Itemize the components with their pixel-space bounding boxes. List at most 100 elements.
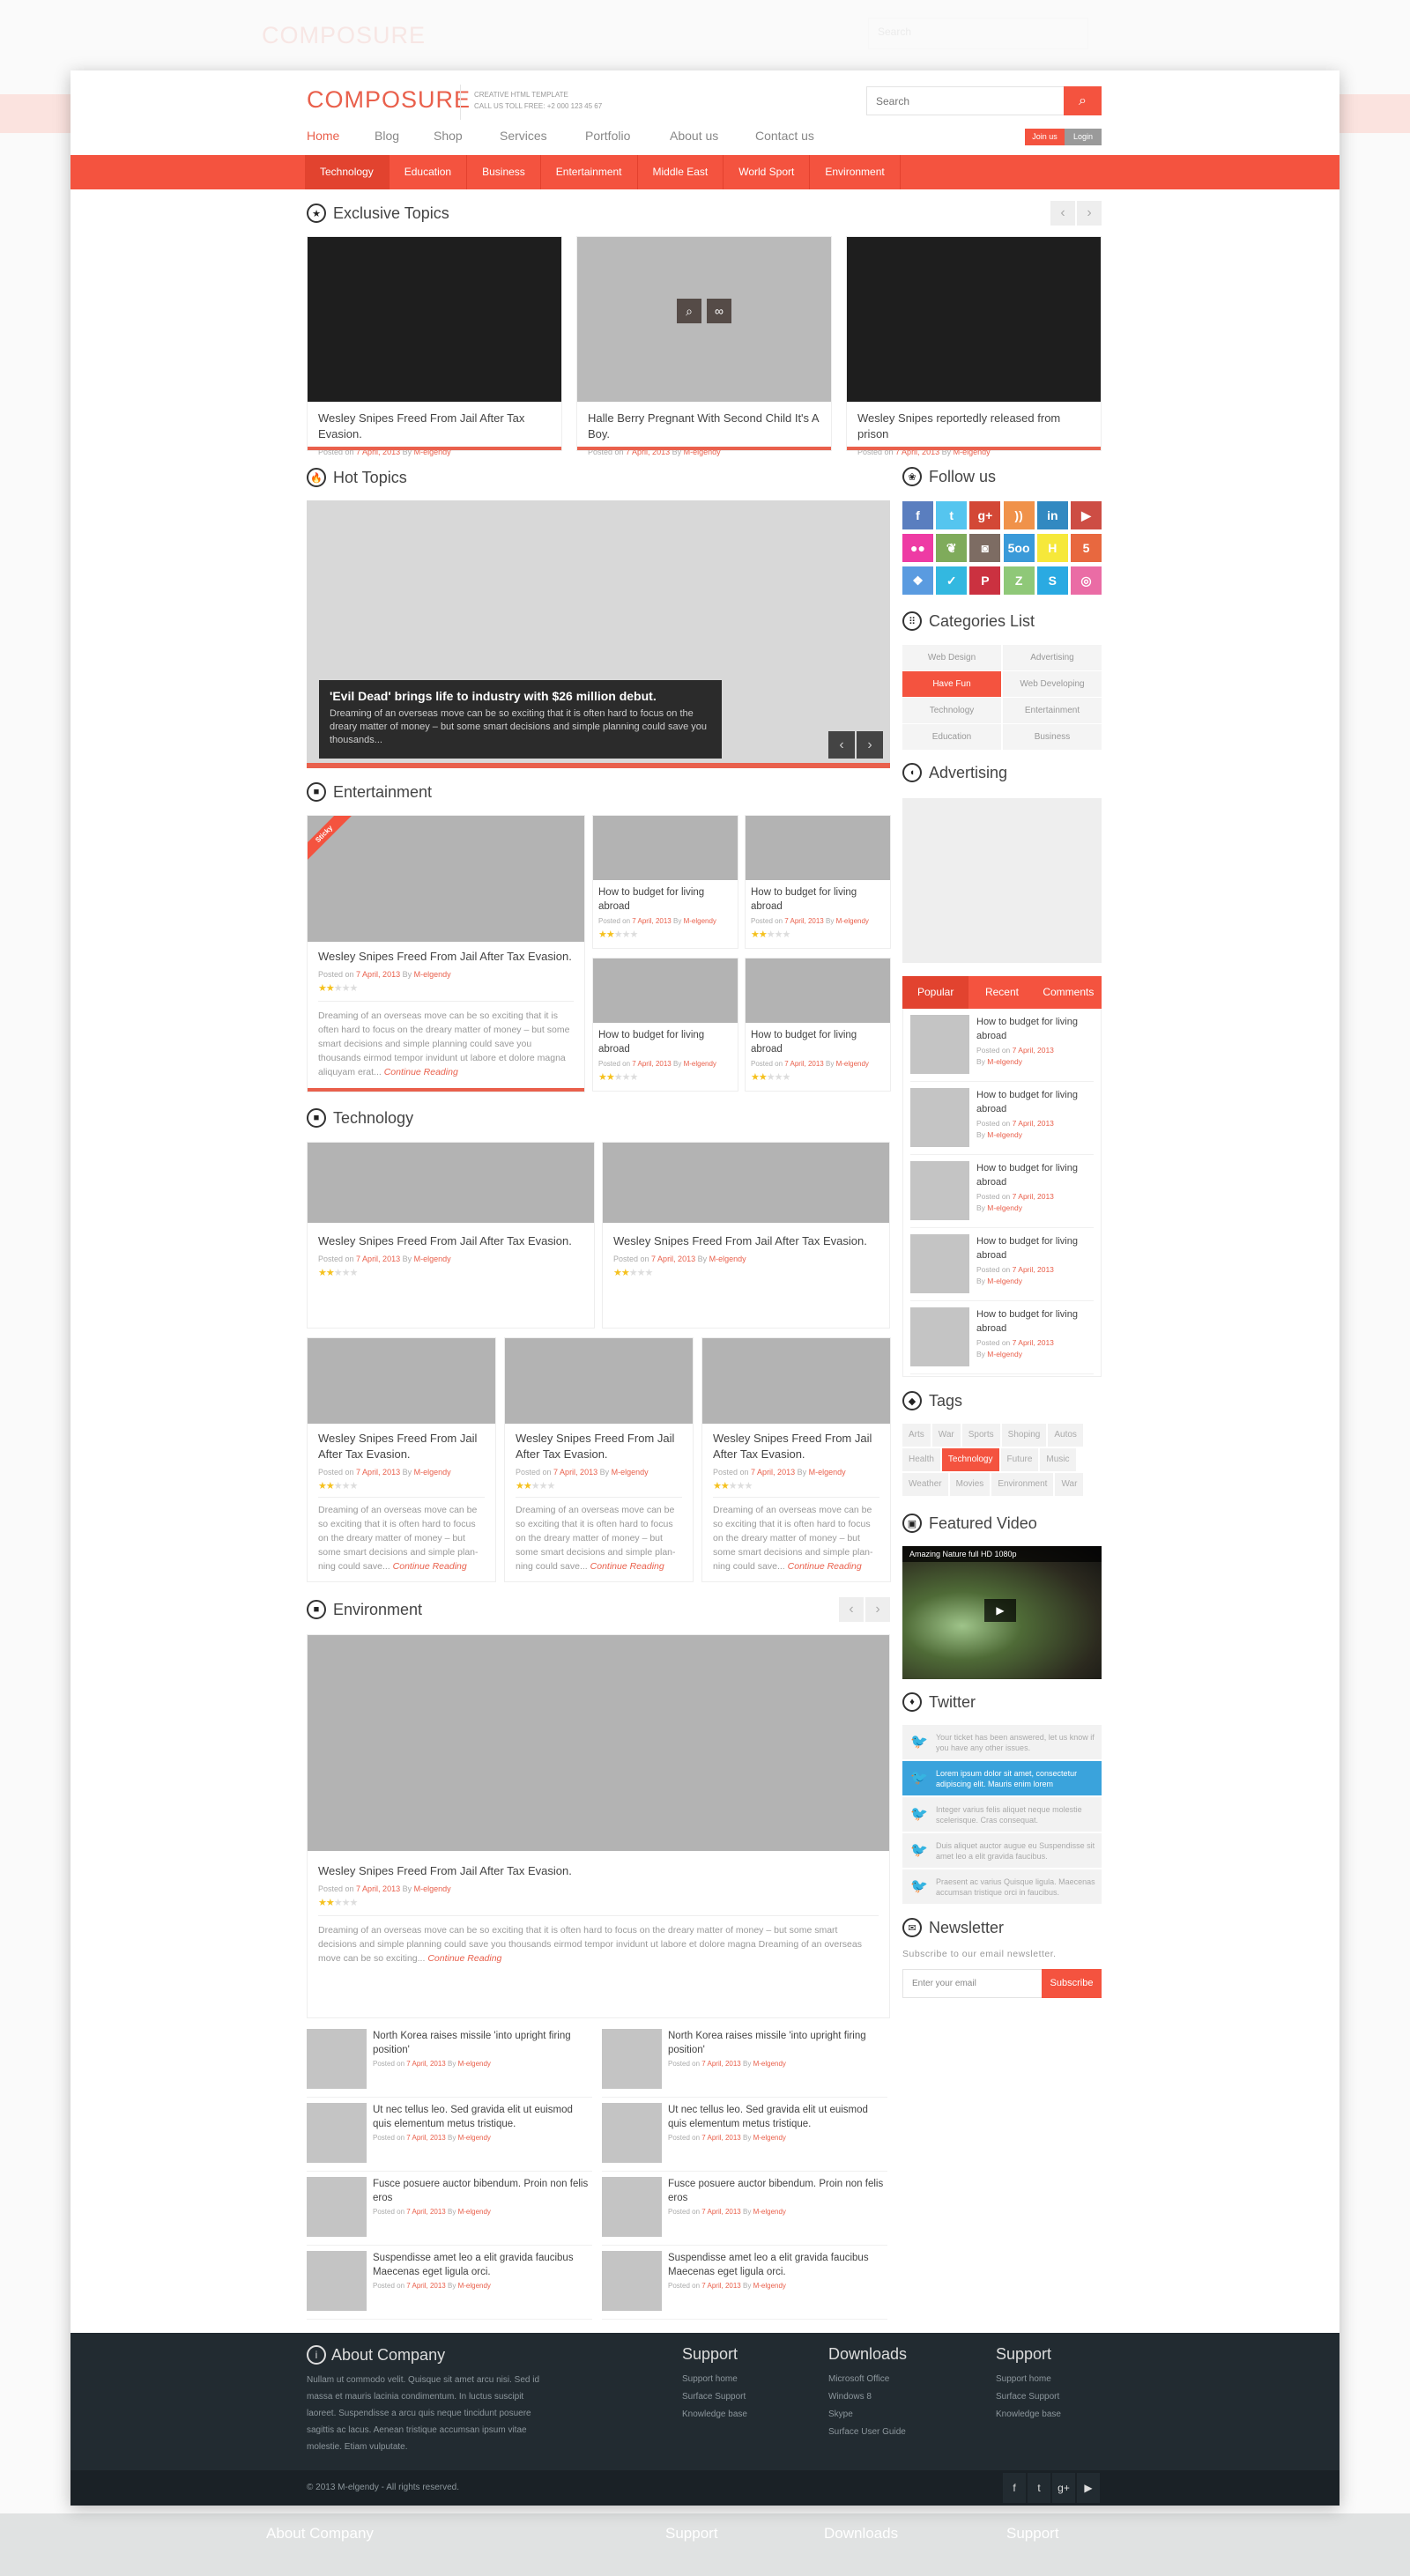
category-item[interactable]: Web Design (902, 645, 1001, 670)
meta-author[interactable]: M-elgendy (836, 1060, 869, 1068)
continue-reading-link[interactable]: Continue Reading (590, 1561, 664, 1572)
meta-date[interactable]: 7 April, 2013 (356, 1255, 400, 1263)
popular-item[interactable]: How to budget for living abroad Posted on… (910, 1155, 1094, 1228)
meta-date[interactable]: 7 April, 2013 (356, 970, 400, 979)
instagram-icon[interactable]: ◙ (969, 534, 1001, 562)
list-thumb[interactable] (602, 2103, 662, 2163)
footer-link[interactable]: Support home (682, 2371, 747, 2388)
tag-chip[interactable]: Health (902, 1448, 940, 1471)
nav-item-blog[interactable]: Blog (375, 129, 399, 143)
footer-youtube-icon[interactable]: ▶ (1077, 2473, 1100, 2503)
evernote-icon[interactable]: ❦ (936, 534, 968, 562)
tweet-item[interactable]: 🐦 Duis aliquet auctor augue eu Suspendiss… (902, 1833, 1102, 1868)
video-player[interactable]: Amazing Nature full HD 1080p ▶ (902, 1546, 1102, 1679)
chevron-right-icon[interactable]: › (1077, 201, 1102, 226)
list-thumb[interactable] (307, 2251, 367, 2311)
tag-chip[interactable]: Shoping (1001, 1424, 1047, 1447)
meta-date[interactable]: 7 April, 2013 (1013, 1119, 1054, 1128)
environment-list-item[interactable]: Fusce posuere auctor bibendum. Proin non… (602, 2177, 887, 2246)
category-bar-item[interactable]: World Sport (724, 155, 811, 189)
meta-date[interactable]: 7 April, 2013 (701, 2134, 740, 2142)
meta-author[interactable]: M-elgendy (753, 2060, 786, 2068)
list-title[interactable]: Fusce posuere auctor bibendum. Proin non… (668, 2177, 887, 2205)
tab-recent[interactable]: Recent (968, 976, 1035, 1009)
dropbox-icon[interactable]: ❖ (902, 566, 933, 595)
nav-item-contact-us[interactable]: Contact us (755, 129, 814, 143)
nav-item-services[interactable]: Services (500, 129, 547, 143)
tab-comments[interactable]: Comments (1035, 976, 1102, 1009)
category-bar-item[interactable]: Business (467, 155, 541, 189)
card-image[interactable] (593, 959, 738, 1023)
card-image[interactable] (593, 816, 738, 880)
footer-link[interactable]: Skype (828, 2406, 907, 2424)
list-thumb[interactable] (602, 2029, 662, 2089)
category-bar-item[interactable]: Environment (810, 155, 901, 189)
meta-date[interactable]: 7 April, 2013 (701, 2208, 740, 2216)
meta-date[interactable]: 7 April, 2013 (406, 2208, 445, 2216)
meta-author[interactable]: M-elgendy (612, 1468, 649, 1477)
meta-author[interactable]: M-elgendy (414, 970, 451, 979)
popular-item[interactable]: How to budget for living abroad Posted on… (910, 1228, 1094, 1301)
card-image[interactable] (505, 1338, 693, 1424)
tag-chip[interactable]: Arts (902, 1424, 931, 1447)
tag-chip[interactable]: Technology (941, 1448, 999, 1471)
list-title[interactable]: Ut nec tellus leo. Sed gravida elit ut e… (668, 2103, 887, 2131)
email-field[interactable]: Enter your email (902, 1969, 1043, 1998)
meta-author[interactable]: M-elgendy (987, 1130, 1022, 1139)
category-item[interactable]: Entertainment (1003, 698, 1102, 723)
meta-author[interactable]: M-elgendy (987, 1057, 1022, 1066)
card-title[interactable]: How to budget for living abroad (751, 1028, 885, 1056)
list-title[interactable]: Suspendisse amet leo a elit gravida fauc… (668, 2251, 887, 2279)
meta-date[interactable]: 7 April, 2013 (751, 1468, 795, 1477)
tag-chip[interactable]: Future (1000, 1448, 1039, 1471)
nav-item-home[interactable]: Home (307, 129, 339, 143)
popular-title[interactable]: How to budget for living abroad (976, 1088, 1094, 1116)
tag-chip[interactable]: Music (1040, 1448, 1076, 1471)
card-title[interactable]: Wesley Snipes Freed From Jail After Tax … (713, 1431, 879, 1462)
popular-thumb[interactable] (910, 1307, 969, 1366)
technology-card[interactable]: Wesley Snipes Freed From Jail After Tax … (307, 1337, 496, 1582)
tweet-item[interactable]: 🐦 Your ticket has been answered, let us k… (902, 1725, 1102, 1759)
meta-date[interactable]: 7 April, 2013 (784, 1060, 823, 1068)
tweet-item[interactable]: 🐦 Integer varius felis aliquet neque mole… (902, 1797, 1102, 1832)
category-item[interactable]: Business (1003, 724, 1102, 750)
card-title[interactable]: Wesley Snipes Freed From Jail After Tax … (516, 1431, 682, 1462)
meta-author[interactable]: M-elgendy (414, 1884, 451, 1893)
zoom-icon[interactable]: ⌕ (677, 299, 701, 323)
list-thumb[interactable] (602, 2251, 662, 2311)
category-bar-item[interactable]: Entertainment (541, 155, 638, 189)
youtube-icon[interactable]: ▶ (1071, 501, 1102, 529)
tag-chip[interactable]: Sports (961, 1424, 1000, 1447)
pinterest-icon[interactable]: P (969, 566, 1001, 595)
nav-item-about-us[interactable]: About us (670, 129, 718, 143)
footer-link[interactable]: Support home (996, 2371, 1061, 2388)
meta-date[interactable]: 7 April, 2013 (406, 2134, 445, 2142)
hype-icon[interactable]: H (1036, 534, 1068, 562)
meta-author[interactable]: M-elgendy (684, 1060, 716, 1068)
meta-date[interactable]: 7 April, 2013 (356, 1468, 400, 1477)
card-image[interactable]: ⌕ ∞ (577, 237, 831, 402)
popular-title[interactable]: How to budget for living abroad (976, 1161, 1094, 1189)
meta-author[interactable]: M-elgendy (458, 2208, 491, 2216)
meta-author[interactable]: M-elgendy (414, 1255, 451, 1263)
card-image[interactable] (702, 1338, 890, 1424)
card-title[interactable]: How to budget for living abroad (751, 885, 885, 914)
category-item[interactable]: Web Developing (1003, 671, 1102, 697)
search-input[interactable] (866, 86, 1065, 115)
exclusive-card[interactable]: Wesley Snipes Freed From Jail After Tax … (307, 236, 562, 456)
tweet-item[interactable]: 🐦 Praesent ac varius Quisque ligula. Maec… (902, 1869, 1102, 1904)
meta-date[interactable]: 7 April, 2013 (701, 2282, 740, 2290)
footer-link[interactable]: Surface User Guide (828, 2424, 907, 2441)
card-image[interactable] (308, 1338, 495, 1424)
card-title[interactable]: Wesley Snipes reportedly released from p… (857, 411, 1090, 442)
logo[interactable]: COMPOSURE (307, 86, 470, 118)
category-bar-item[interactable]: Middle East (638, 155, 724, 189)
html5-icon[interactable]: 5 (1071, 534, 1102, 562)
footer-twitter-icon[interactable]: t (1028, 2473, 1050, 2503)
card-image[interactable] (308, 1635, 889, 1851)
technology-card[interactable]: Wesley Snipes Freed From Jail After Tax … (307, 1142, 595, 1329)
list-thumb[interactable] (307, 2177, 367, 2237)
category-item[interactable]: Have Fun (902, 671, 1001, 697)
meta-date[interactable]: 7 April, 2013 (406, 2282, 445, 2290)
entertainment-main-card[interactable]: Sticky Wesley Snipes Freed From Jail Afte… (307, 815, 585, 1092)
